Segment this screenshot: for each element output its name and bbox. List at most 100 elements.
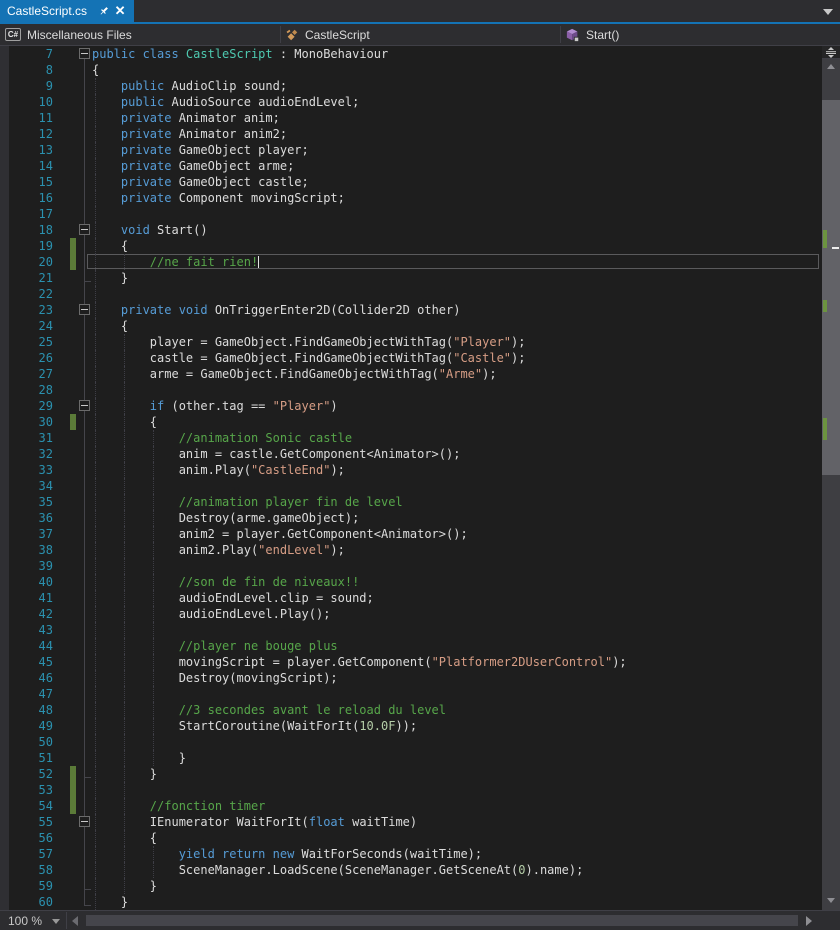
code-line[interactable]: 58 SceneManager.LoadScene(SceneManager.G… (0, 862, 822, 878)
code-line[interactable]: 54 //fonction timer (0, 798, 822, 814)
code-line[interactable]: 10 public AudioSource audioEndLevel; (0, 94, 822, 110)
type-dropdown[interactable]: CastleScript (285, 24, 370, 45)
code-line[interactable]: 12 private Animator anim2; (0, 126, 822, 142)
code-line[interactable]: 46 Destroy(movingScript); (0, 670, 822, 686)
code-line[interactable]: 44 //player ne bouge plus (0, 638, 822, 654)
code-line[interactable]: 33 anim.Play("CastleEnd"); (0, 462, 822, 478)
line-number[interactable]: 59 (0, 878, 53, 894)
code-line[interactable]: 7public class CastleScript : MonoBehavio… (0, 46, 822, 62)
line-number[interactable]: 15 (0, 174, 53, 190)
code-editor[interactable]: 7public class CastleScript : MonoBehavio… (0, 46, 840, 910)
line-number[interactable]: 27 (0, 366, 53, 382)
line-number[interactable]: 46 (0, 670, 53, 686)
code-line[interactable]: 26 castle = GameObject.FindGameObjectWit… (0, 350, 822, 366)
line-number[interactable]: 43 (0, 622, 53, 638)
line-number[interactable]: 24 (0, 318, 53, 334)
pin-icon[interactable] (97, 4, 111, 18)
line-number[interactable]: 31 (0, 430, 53, 446)
splitter-handle-icon[interactable] (822, 46, 840, 59)
scroll-up-icon[interactable] (827, 64, 835, 69)
line-number[interactable]: 32 (0, 446, 53, 462)
line-number[interactable]: 60 (0, 894, 53, 910)
line-number[interactable]: 40 (0, 574, 53, 590)
line-number[interactable]: 52 (0, 766, 53, 782)
code-line[interactable]: 18 void Start() (0, 222, 822, 238)
code-line[interactable]: 31 //animation Sonic castle (0, 430, 822, 446)
scroll-left-icon[interactable] (72, 916, 78, 926)
line-number[interactable]: 22 (0, 286, 53, 302)
vertical-scrollbar[interactable] (822, 46, 840, 910)
line-number[interactable]: 28 (0, 382, 53, 398)
line-number[interactable]: 25 (0, 334, 53, 350)
code-line[interactable]: 22 (0, 286, 822, 302)
code-line[interactable]: 20 //ne fait rien! (0, 254, 822, 270)
code-line[interactable]: 9 public AudioClip sound; (0, 78, 822, 94)
line-number[interactable]: 16 (0, 190, 53, 206)
code-line[interactable]: 47 (0, 686, 822, 702)
close-icon[interactable]: ✕ (113, 4, 127, 18)
line-number[interactable]: 51 (0, 750, 53, 766)
line-number[interactable]: 11 (0, 110, 53, 126)
line-number[interactable]: 48 (0, 702, 53, 718)
code-line[interactable]: 39 (0, 558, 822, 574)
code-line[interactable]: 48 //3 secondes avant le reload du level (0, 702, 822, 718)
code-line[interactable]: 21 } (0, 270, 822, 286)
line-number[interactable]: 35 (0, 494, 53, 510)
code-line[interactable]: 43 (0, 622, 822, 638)
fold-collapse-icon[interactable] (79, 48, 90, 59)
code-line[interactable]: 14 private GameObject arme; (0, 158, 822, 174)
code-line[interactable]: 23 private void OnTriggerEnter2D(Collide… (0, 302, 822, 318)
line-number[interactable]: 20 (0, 254, 53, 270)
line-number[interactable]: 17 (0, 206, 53, 222)
code-line[interactable]: 11 private Animator anim; (0, 110, 822, 126)
line-number[interactable]: 53 (0, 782, 53, 798)
scroll-right-icon[interactable] (806, 916, 812, 926)
line-number[interactable]: 19 (0, 238, 53, 254)
line-number[interactable]: 9 (0, 78, 53, 94)
line-number[interactable]: 26 (0, 350, 53, 366)
line-number[interactable]: 21 (0, 270, 53, 286)
line-number[interactable]: 8 (0, 62, 53, 78)
code-line[interactable]: 16 private Component movingScript; (0, 190, 822, 206)
fold-collapse-icon[interactable] (79, 304, 90, 315)
zoom-caret-icon[interactable] (52, 919, 60, 924)
code-line[interactable]: 17 (0, 206, 822, 222)
code-line[interactable]: 40 //son de fin de niveaux!! (0, 574, 822, 590)
code-line[interactable]: 55 IEnumerator WaitForIt(float waitTime) (0, 814, 822, 830)
code-line[interactable]: 52 } (0, 766, 822, 782)
code-line[interactable]: 57 yield return new WaitForSeconds(waitT… (0, 846, 822, 862)
line-number[interactable]: 12 (0, 126, 53, 142)
line-number[interactable]: 55 (0, 814, 53, 830)
code-line[interactable]: 27 arme = GameObject.FindGameObjectWithT… (0, 366, 822, 382)
line-number[interactable]: 14 (0, 158, 53, 174)
line-number[interactable]: 45 (0, 654, 53, 670)
fold-collapse-icon[interactable] (79, 400, 90, 411)
code-line[interactable]: 25 player = GameObject.FindGameObjectWit… (0, 334, 822, 350)
tab-list-dropdown-icon[interactable] (823, 9, 833, 15)
code-line[interactable]: 51 } (0, 750, 822, 766)
code-line[interactable]: 35 //animation player fin de level (0, 494, 822, 510)
horizontal-scrollbar-thumb[interactable] (86, 915, 798, 926)
code-line[interactable]: 13 private GameObject player; (0, 142, 822, 158)
project-dropdown[interactable]: C# Miscellaneous Files (5, 24, 132, 45)
code-line[interactable]: 32 anim = castle.GetComponent<Animator>(… (0, 446, 822, 462)
code-line[interactable]: 49 StartCoroutine(WaitForIt(10.0F)); (0, 718, 822, 734)
line-number[interactable]: 34 (0, 478, 53, 494)
line-number[interactable]: 39 (0, 558, 53, 574)
line-number[interactable]: 13 (0, 142, 53, 158)
line-number[interactable]: 36 (0, 510, 53, 526)
code-line[interactable]: 19 { (0, 238, 822, 254)
line-number[interactable]: 49 (0, 718, 53, 734)
line-number[interactable]: 29 (0, 398, 53, 414)
code-line[interactable]: 36 Destroy(arme.gameObject); (0, 510, 822, 526)
code-line[interactable]: 41 audioEndLevel.clip = sound; (0, 590, 822, 606)
code-line[interactable]: 30 { (0, 414, 822, 430)
code-line[interactable]: 59 } (0, 878, 822, 894)
code-line[interactable]: 42 audioEndLevel.Play(); (0, 606, 822, 622)
code-line[interactable]: 24 { (0, 318, 822, 334)
line-number[interactable]: 23 (0, 302, 53, 318)
line-number[interactable]: 50 (0, 734, 53, 750)
code-line[interactable]: 56 { (0, 830, 822, 846)
code-line[interactable]: 28 (0, 382, 822, 398)
line-number[interactable]: 41 (0, 590, 53, 606)
